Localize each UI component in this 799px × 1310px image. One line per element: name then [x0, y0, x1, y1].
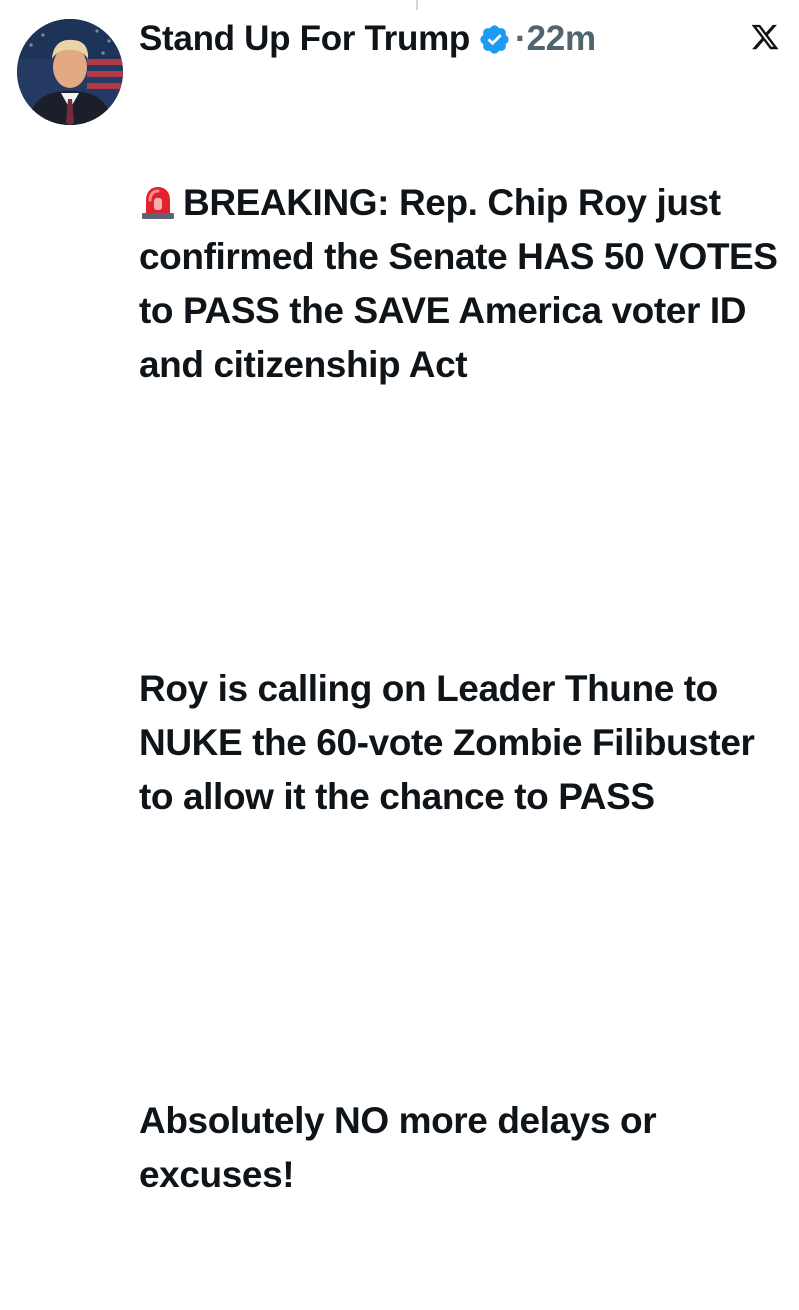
header-separator: · — [514, 19, 527, 58]
verified-badge-icon — [478, 23, 511, 56]
post-paragraph-3: Absolutely NO more delays or excuses! — [139, 1100, 667, 1195]
avatar-photo-icon — [17, 19, 123, 125]
post-paragraph-1-text: BREAKING: Rep. Chip Roy just confirmed t… — [139, 182, 788, 385]
post-paragraph-2: Roy is calling on Leader Thune to NUKE t… — [139, 668, 765, 817]
x-logo-icon — [750, 22, 780, 52]
author-display-name[interactable]: Stand Up For Trump — [139, 19, 470, 59]
post-body: BREAKING: Rep. Chip Roy just confirmed t… — [139, 68, 784, 1310]
avatar[interactable] — [17, 19, 123, 125]
post[interactable]: Stand Up For Trump · 22m BREAKING: Rep. … — [139, 14, 784, 1310]
thread-connector-line — [416, 0, 418, 10]
post-paragraph-1: BREAKING: Rep. Chip Roy just confirmed t… — [139, 176, 784, 392]
post-timestamp[interactable]: 22m — [527, 19, 596, 59]
post-header: Stand Up For Trump · 22m — [139, 14, 784, 64]
police-siren-icon — [139, 181, 177, 219]
